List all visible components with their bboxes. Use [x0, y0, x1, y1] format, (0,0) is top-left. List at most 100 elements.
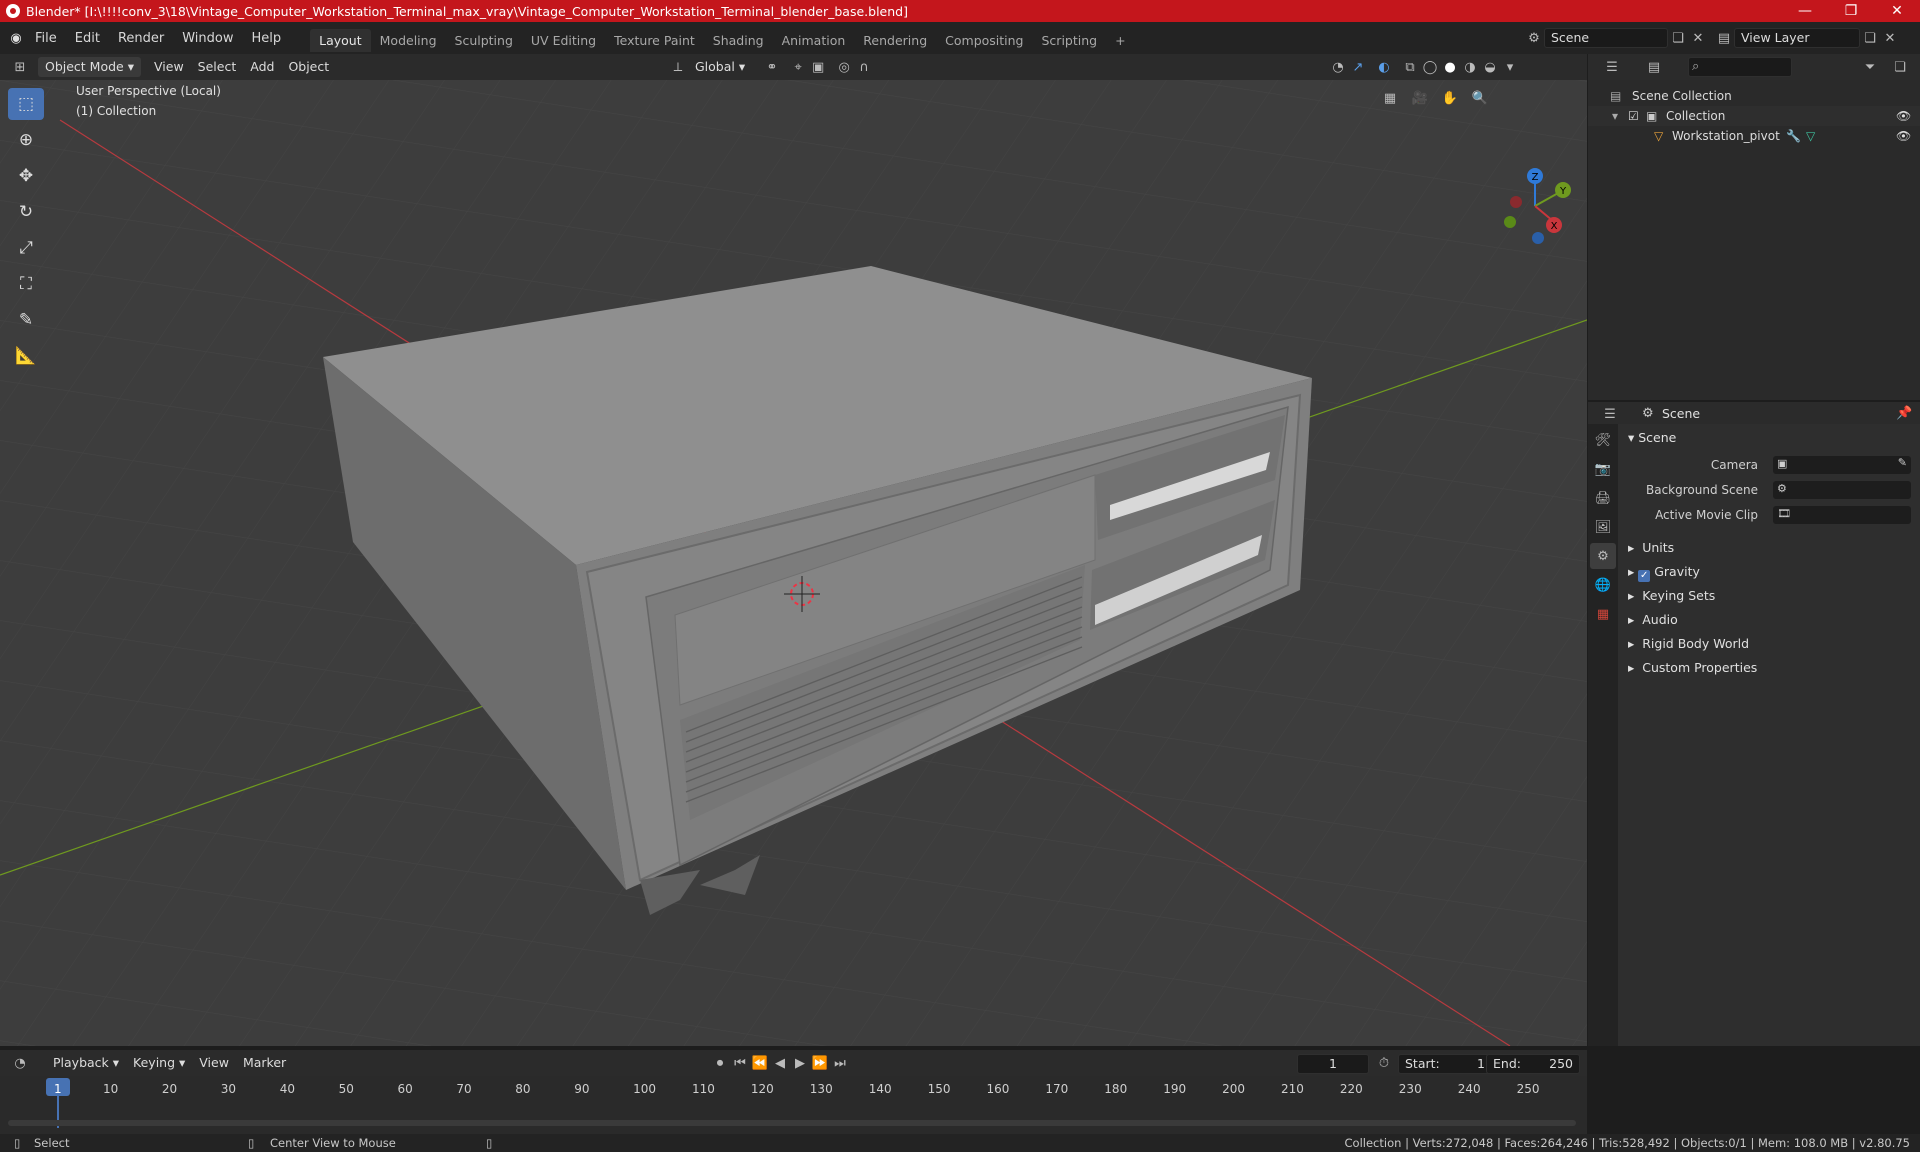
end-frame-field[interactable]: End: 250: [1486, 1054, 1580, 1074]
move-tool-icon[interactable]: ✥: [8, 160, 44, 192]
3d-viewport[interactable]: Z Y X User Perspective (Local) (1) Colle…: [0, 80, 1587, 1046]
texture-tab-icon[interactable]: ▦: [1590, 601, 1616, 627]
tab-texture-paint[interactable]: Texture Paint: [605, 29, 704, 52]
jump-start-icon[interactable]: ⏮: [730, 1053, 750, 1073]
select-menu[interactable]: Select: [191, 57, 244, 77]
wireframe-shading-icon[interactable]: ◯: [1420, 57, 1440, 77]
view-layer-icon[interactable]: ▤: [1714, 28, 1734, 48]
eye-icon[interactable]: 👁: [1896, 126, 1911, 146]
editor-type-icon[interactable]: ⊞: [10, 57, 30, 77]
snap-icon[interactable]: ⌖: [788, 57, 808, 77]
eye-icon[interactable]: 👁: [1896, 106, 1911, 126]
new-scene-icon[interactable]: ❏: [1668, 28, 1688, 48]
rendered-shading-icon[interactable]: ◒: [1480, 57, 1500, 77]
scale-tool-icon[interactable]: ⤢: [8, 232, 44, 264]
stopwatch-icon[interactable]: ⏱: [1374, 1053, 1394, 1073]
gizmo-toggle-icon[interactable]: ↗: [1348, 57, 1368, 77]
scene-field[interactable]: Scene: [1544, 28, 1668, 48]
timeline-scrollbar[interactable]: [8, 1120, 1576, 1126]
custom-properties-panel[interactable]: ▸ Custom Properties: [1628, 660, 1757, 675]
outliner-search-input[interactable]: [1688, 57, 1792, 77]
next-keyframe-icon[interactable]: ⏩: [810, 1053, 830, 1073]
tab-shading[interactable]: Shading: [704, 29, 773, 52]
modifier-wrench-icon[interactable]: 🔧: [1786, 126, 1801, 146]
menu-file[interactable]: File: [26, 31, 66, 46]
menu-render[interactable]: Render: [109, 31, 173, 46]
measure-tool-icon[interactable]: 📐: [8, 340, 44, 372]
menu-window[interactable]: Window: [173, 31, 242, 46]
shading-options-icon[interactable]: ▾: [1500, 57, 1520, 77]
expand-arrow-icon[interactable]: ▾: [1612, 106, 1618, 126]
gravity-checkbox[interactable]: ✓: [1638, 570, 1651, 582]
snap-target-icon[interactable]: ▣: [808, 57, 828, 77]
outliner-row-workstation-pivot[interactable]: ▽ Workstation_pivot 🔧 ▽ 👁: [1588, 126, 1920, 146]
outliner-row-collection[interactable]: ▾ ☑ ▣ Collection 👁: [1588, 106, 1920, 126]
gizmo-neg-z[interactable]: [1532, 232, 1544, 244]
add-menu[interactable]: Add: [243, 57, 281, 77]
tab-scripting[interactable]: Scripting: [1033, 29, 1107, 52]
timeline-view-menu[interactable]: View: [192, 1053, 236, 1073]
tab-rendering[interactable]: Rendering: [854, 29, 936, 52]
scene-tab-icon[interactable]: ⚙: [1590, 543, 1616, 569]
properties-editor-type-icon[interactable]: ☰: [1600, 404, 1620, 424]
eyedropper-icon[interactable]: ✎: [1898, 456, 1907, 469]
marker-menu[interactable]: Marker: [236, 1053, 293, 1073]
outliner-editor-type-icon[interactable]: ☰: [1602, 57, 1622, 77]
blender-menu-icon[interactable]: ◉: [6, 28, 26, 48]
new-collection-icon[interactable]: ❏: [1890, 57, 1910, 77]
rigid-body-world-panel[interactable]: ▸ Rigid Body World: [1628, 636, 1749, 651]
maximize-button[interactable]: ❐: [1828, 0, 1874, 22]
object-menu[interactable]: Object: [281, 57, 336, 77]
cursor-tool-icon[interactable]: ⊕: [8, 124, 44, 156]
current-frame-field[interactable]: 1: [1297, 1054, 1369, 1074]
tab-uv-editing[interactable]: UV Editing: [522, 29, 605, 52]
remove-scene-icon[interactable]: ✕: [1688, 28, 1708, 48]
tab-animation[interactable]: Animation: [773, 29, 855, 52]
view-layer-tab-icon[interactable]: 🖼: [1590, 514, 1616, 540]
prev-keyframe-icon[interactable]: ⏪: [750, 1053, 770, 1073]
xray-toggle-icon[interactable]: ⧉: [1400, 57, 1420, 77]
outliner-row-scene-collection[interactable]: ▤ Scene Collection: [1588, 86, 1920, 106]
gizmo-neg-x[interactable]: [1510, 196, 1522, 208]
active-movie-clip-field[interactable]: 🎞: [1773, 506, 1911, 524]
minimize-button[interactable]: —: [1782, 0, 1828, 22]
jump-end-icon[interactable]: ⏭: [830, 1053, 850, 1073]
background-scene-field[interactable]: ⚙: [1773, 481, 1911, 499]
menu-edit[interactable]: Edit: [66, 31, 109, 46]
view-layer-field[interactable]: View Layer: [1734, 28, 1860, 48]
new-view-layer-icon[interactable]: ❏: [1860, 28, 1880, 48]
timeline-editor-type-icon[interactable]: ◔: [10, 1053, 30, 1073]
add-workspace-button[interactable]: +: [1106, 29, 1134, 52]
world-tab-icon[interactable]: 🌐: [1590, 572, 1616, 598]
play-icon[interactable]: ▶: [790, 1053, 810, 1073]
render-tab-icon[interactable]: 📷: [1590, 456, 1616, 482]
audio-panel[interactable]: ▸ Audio: [1628, 612, 1678, 627]
record-icon[interactable]: ⏺: [710, 1053, 730, 1073]
camera-field[interactable]: ▣ ✎: [1773, 456, 1911, 474]
gizmo-neg-y[interactable]: [1504, 216, 1516, 228]
tab-layout[interactable]: Layout: [310, 28, 371, 52]
tab-modeling[interactable]: Modeling: [371, 29, 446, 52]
select-box-tool-icon[interactable]: ⬚: [8, 88, 44, 120]
scene-icon[interactable]: ⚙: [1524, 28, 1544, 48]
display-mode-icon[interactable]: ▤: [1644, 57, 1664, 77]
keying-menu[interactable]: Keying ▾: [126, 1053, 192, 1073]
menu-help[interactable]: Help: [243, 31, 291, 46]
orientation-select[interactable]: Global ▾: [688, 57, 752, 77]
tab-sculpting[interactable]: Sculpting: [446, 29, 522, 52]
close-button[interactable]: ✕: [1874, 0, 1920, 22]
checkbox-icon[interactable]: ☑: [1628, 106, 1639, 126]
pin-icon[interactable]: 📌: [1896, 406, 1912, 421]
falloff-icon[interactable]: ∩: [854, 57, 874, 77]
timeline[interactable]: 1 10 20 30 40 50 60 70 80 90 100 110 120 130 140 150 160…: [0, 1076, 1587, 1134]
pan-hand-icon[interactable]: ✋: [1440, 88, 1460, 108]
material-shading-icon[interactable]: ◑: [1460, 57, 1480, 77]
camera-icon[interactable]: 🎥: [1410, 88, 1430, 108]
solid-shading-icon[interactable]: ●: [1440, 57, 1460, 77]
annotate-tool-icon[interactable]: ✎: [8, 304, 44, 336]
mode-select[interactable]: Object Mode ▾: [38, 57, 141, 77]
playback-menu[interactable]: Playback ▾: [46, 1053, 126, 1073]
units-panel[interactable]: ▸ Units: [1628, 540, 1674, 555]
gravity-panel[interactable]: ▸ ✓ Gravity: [1628, 564, 1700, 582]
visibility-icon[interactable]: ◔: [1328, 57, 1348, 77]
